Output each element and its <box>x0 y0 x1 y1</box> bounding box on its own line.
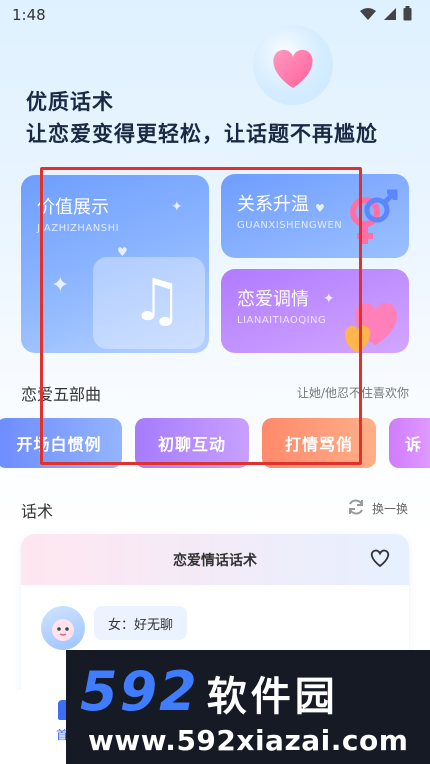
chip-first-chat[interactable]: 初聊互动 <box>135 418 249 468</box>
hearts-icon <box>333 281 409 353</box>
heart-bubble-icon <box>250 22 336 108</box>
status-bar: 1:48 <box>0 0 430 30</box>
battery-icon <box>403 6 412 25</box>
status-time: 1:48 <box>12 6 46 24</box>
chat-bubble: 女：好无聊 <box>94 606 188 640</box>
watermark-brand: 软件园 <box>206 674 339 720</box>
signal-icon <box>383 6 397 25</box>
five-part-chips: 开场白惯例 初聊互动 打情骂俏 诉 <box>0 418 430 470</box>
section-title: 恋爱五部曲 <box>21 385 102 404</box>
card-title: 关系升温 <box>237 194 309 215</box>
headline-title: 优质话术 <box>26 90 114 114</box>
favorite-heart-icon[interactable] <box>369 548 391 572</box>
card-relation-warming[interactable]: 关系升温 GUANXISHENGWEN ♥ <box>221 174 409 258</box>
sparkle-icon: ✦ <box>51 273 70 298</box>
refresh-label: 换一换 <box>371 502 408 516</box>
headline-subtitle: 让恋爱变得更轻松，让话题不再尴尬 <box>26 122 378 146</box>
music-box: ♫ <box>93 257 205 349</box>
music-note-icon: ♫ <box>131 266 183 334</box>
card-title: 恋爱调情 <box>237 289 309 310</box>
section-title: 话术 <box>21 502 54 521</box>
watermark-logo: 592 软件园 <box>80 660 339 723</box>
chip-flirting[interactable]: 打情骂俏 <box>262 418 376 468</box>
card-value-display[interactable]: 价值展示 JIAZHIZHANSHI ✦ ♥ ✦ ♫ <box>21 175 209 353</box>
heart-small-icon: ♥ <box>315 202 325 215</box>
card-subtitle: JIAZHIZHANSHI <box>37 223 120 234</box>
refresh-icon <box>346 497 366 520</box>
chip-opening[interactable]: 开场白惯例 <box>0 418 122 468</box>
phrase-card-header: 恋爱情话话术 <box>21 534 409 585</box>
watermark-banner: 592 软件园 www.592xiazai.com <box>66 650 430 764</box>
chip-more[interactable]: 诉 <box>389 418 430 468</box>
phrase-card-title: 恋爱情话话术 <box>173 553 257 569</box>
sparkle-icon: ✦ <box>171 199 183 215</box>
card-love-flirting[interactable]: 恋爱调情 LIANAITIAOQING ✦ <box>221 269 409 353</box>
status-icons <box>359 6 412 25</box>
section-hint: 让她/他忍不住喜欢你 <box>296 386 409 400</box>
refresh-button[interactable]: 换一换 <box>346 497 408 520</box>
gender-symbols-icon <box>339 188 403 256</box>
card-subtitle: LIANAITIAOQING <box>237 315 327 326</box>
watermark-url: www.592xiazai.com <box>88 724 409 757</box>
wifi-icon <box>359 6 377 25</box>
watermark-number: 592 <box>80 660 199 723</box>
avatar <box>41 606 85 650</box>
card-title: 价值展示 <box>37 197 109 218</box>
card-subtitle: GUANXISHENGWEN <box>237 220 343 231</box>
